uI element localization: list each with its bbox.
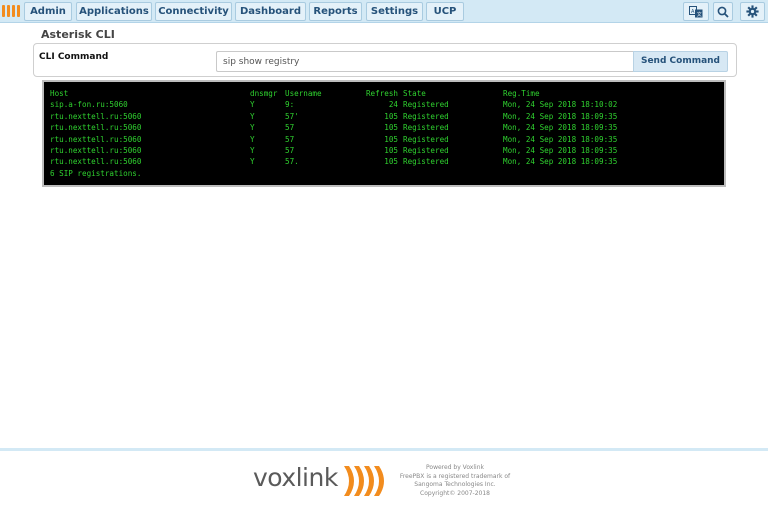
row-state: Registered — [403, 145, 449, 155]
row-username: 57 — [285, 123, 295, 133]
row-state: Registered — [403, 100, 449, 110]
cli-command-label: CLI Command — [39, 52, 109, 62]
row-host: sip.a-fon.ru:5060 — [50, 100, 128, 110]
svg-text:文: 文 — [697, 11, 702, 18]
freepbx-logo-icon[interactable] — [1, 2, 23, 20]
table-row: rtu.nexttell.ru:5060 Y 57 105 Registered Mon,… — [50, 145, 718, 156]
cli-output-terminal: Host dnsmgr Username Refresh State Reg.Time s… — [42, 80, 726, 187]
nav-admin[interactable]: Admin — [24, 2, 72, 21]
nav-dashboard[interactable]: Dashboard — [235, 2, 306, 21]
row-username: 57. — [285, 157, 299, 167]
row-state: Registered — [403, 123, 449, 133]
settings-button[interactable] — [740, 2, 765, 21]
brand-name: voxlink — [253, 463, 338, 492]
row-host: rtu.nexttell.ru:5060 — [50, 134, 142, 144]
col-username-header: Username — [285, 89, 322, 98]
row-state: Registered — [403, 157, 449, 167]
footer-powered-by: Powered by Voxlink — [426, 464, 484, 471]
row-dnsmgr: Y — [250, 123, 255, 133]
footer-trademark: FreePBX is a registered trademark of — [399, 472, 511, 480]
nav-ucp[interactable]: UCP — [426, 2, 464, 21]
row-dnsmgr: Y — [250, 157, 255, 167]
table-row: rtu.nexttell.ru:5060 Y 57. 105 Registered Mon… — [50, 156, 718, 167]
row-host: rtu.nexttell.ru:5060 — [50, 111, 142, 121]
row-state: Registered — [403, 111, 449, 121]
row-username: 9: — [285, 100, 295, 110]
row-refresh: 105 — [384, 157, 398, 167]
row-username: 57' — [285, 111, 299, 121]
table-row: rtu.nexttell.ru:5060 Y 57 105 Registered Mon,… — [50, 134, 718, 145]
row-username: 57 — [285, 145, 295, 155]
language-icon: A 文 — [689, 5, 703, 18]
table-row: rtu.nexttell.ru:5060 Y 57' 105 Registered Mon… — [50, 111, 718, 122]
footer-copyright: Copyright© 2007-2018 — [420, 489, 490, 497]
col-refresh-header: Refresh — [365, 89, 398, 98]
col-dnsmgr-header: dnsmgr — [250, 89, 278, 98]
row-dnsmgr: Y — [250, 100, 255, 110]
col-state-header: State — [403, 89, 426, 98]
output-header: Host dnsmgr Username Refresh State Reg.Time — [50, 88, 718, 99]
nav-settings[interactable]: Settings — [366, 2, 423, 21]
output-summary: 6 SIP registrations. — [50, 168, 142, 178]
voxlink-logo-icon — [344, 466, 384, 496]
search-icon — [717, 6, 729, 18]
row-refresh: 105 — [384, 145, 398, 155]
send-command-button[interactable]: Send Command — [633, 51, 728, 72]
row-regtime: Mon, 24 Sep 2018 18:09:35 — [503, 145, 618, 155]
nav-connectivity[interactable]: Connectivity — [155, 2, 232, 21]
search-button[interactable] — [713, 2, 733, 21]
row-regtime: Mon, 24 Sep 2018 18:09:35 — [503, 123, 618, 133]
table-row: rtu.nexttell.ru:5060 Y 57 105 Registered Mon,… — [50, 122, 718, 133]
table-row: sip.a-fon.ru:5060 Y 9: 24 Registered Mon, 24 … — [50, 99, 718, 110]
col-host-header: Host — [50, 89, 69, 98]
cli-command-input[interactable] — [216, 51, 634, 72]
row-refresh: 105 — [384, 123, 398, 133]
row-state: Registered — [403, 134, 449, 144]
row-regtime: Mon, 24 Sep 2018 18:10:02 — [503, 100, 618, 110]
gear-icon — [746, 5, 759, 18]
row-dnsmgr: Y — [250, 111, 255, 121]
page-title: Asterisk CLI — [41, 28, 115, 41]
nav-reports[interactable]: Reports — [309, 2, 362, 21]
row-regtime: Mon, 24 Sep 2018 18:09:35 — [503, 134, 618, 144]
footer: voxlink Powered by Voxlink FreePBX is a … — [0, 448, 768, 512]
row-refresh: 105 — [384, 111, 398, 121]
row-host: rtu.nexttell.ru:5060 — [50, 157, 142, 167]
top-nav-bar: Admin Applications Connectivity Dashboar… — [0, 0, 768, 23]
footer-credits: Powered by Voxlink FreePBX is a register… — [392, 464, 518, 498]
row-refresh: 105 — [384, 134, 398, 144]
svg-text:A: A — [691, 9, 695, 15]
footer-company: Sangoma Technologies Inc. — [414, 481, 496, 488]
row-dnsmgr: Y — [250, 145, 255, 155]
row-regtime: Mon, 24 Sep 2018 18:09:35 — [503, 111, 618, 121]
col-regtime-header: Reg.Time — [503, 89, 540, 98]
language-button[interactable]: A 文 — [683, 2, 709, 21]
cli-command-panel: CLI Command Send Command — [33, 43, 737, 77]
row-host: rtu.nexttell.ru:5060 — [50, 145, 142, 155]
nav-applications[interactable]: Applications — [76, 2, 152, 21]
row-username: 57 — [285, 134, 295, 144]
row-dnsmgr: Y — [250, 134, 255, 144]
row-refresh: 24 — [388, 100, 398, 110]
row-host: rtu.nexttell.ru:5060 — [50, 123, 142, 133]
row-regtime: Mon, 24 Sep 2018 18:09:35 — [503, 157, 618, 167]
